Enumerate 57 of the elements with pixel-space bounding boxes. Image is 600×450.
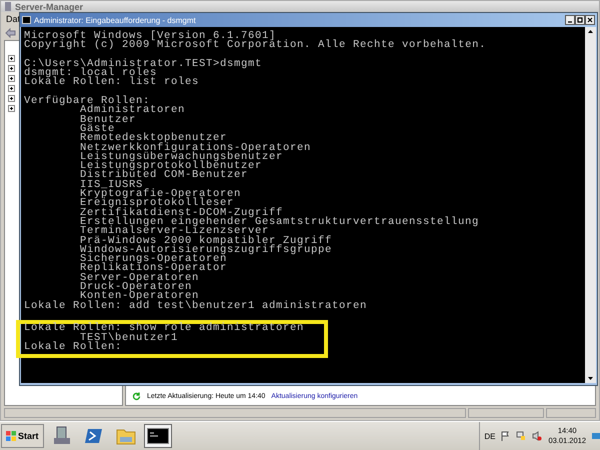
flag-icon[interactable] (501, 431, 510, 441)
console-line: Replikations-Operator (79, 264, 228, 274)
maximize-button[interactable] (575, 15, 585, 25)
windows-logo-icon (6, 431, 16, 441)
status-bar (546, 408, 596, 418)
network-icon[interactable] (516, 431, 526, 441)
maximize-icon (577, 17, 583, 23)
console-line: Server-Operatoren (79, 274, 200, 284)
console-line: Sicherungs-Operatoren (79, 255, 228, 264)
close-icon (587, 17, 593, 23)
console-icon (22, 16, 31, 24)
console-line: Remotedesktopbenutzer (79, 134, 228, 144)
console-line: Konten-Operatoren (80, 292, 200, 302)
powershell-icon (84, 427, 103, 445)
expand-icon[interactable] (8, 55, 15, 62)
taskbar-button[interactable] (144, 424, 172, 448)
console-line: Copyright (c) 2009 Microsoft Corporation. Alle Rechte vorbehalten. (24, 41, 488, 51)
console-line: IIS_IUSRS (79, 180, 144, 190)
menu-item[interactable]: Dat (6, 14, 20, 24)
console-line: Zertifikatdienst-DCOM-Zugriff (79, 208, 284, 218)
console-line: Leistungsprotokollbenutzer (79, 162, 262, 172)
expand-icon[interactable] (8, 105, 15, 112)
console-icon (146, 428, 169, 444)
console-line: Benutzer (79, 116, 138, 125)
console-line: Netzwerkkonfigurations-Operatoren (79, 144, 312, 153)
console-line: Leistungsüberwachungsbenutzer (79, 152, 284, 162)
console-line: Distributed COM-Benutzer (79, 171, 248, 181)
console-line: Gäste (79, 124, 116, 134)
console-line: Lokale Rollen: (24, 342, 122, 352)
console-line: Druck-Operatoren (79, 283, 192, 292)
start-button[interactable]: Start (1, 424, 44, 448)
console-line: Ereignisprotokollleser (79, 199, 234, 209)
expand-icon[interactable] (8, 65, 15, 72)
console-line: Lokale Rollen: list roles (24, 78, 200, 88)
window-title: Administrator: Eingabeaufforderung - dsmgmt (34, 16, 196, 24)
minimize-button[interactable] (565, 15, 575, 25)
console-line: Administratoren (80, 106, 186, 116)
console-line: Lokale Rollen: show role administratoren (24, 324, 306, 334)
server-icon (4, 2, 12, 11)
scrollbar[interactable] (585, 27, 596, 383)
server-icon (52, 426, 71, 446)
expand-icon[interactable] (8, 95, 15, 102)
console-line: C:\Users\Administrator.TEST>dsmgmt (24, 60, 264, 70)
console-line: Kryptografie-Operatoren (79, 190, 242, 200)
expand-icon[interactable] (8, 85, 15, 92)
language-indicator[interactable]: DE (484, 432, 496, 440)
console-line: Lokale Rollen: add test\benutzer1 administratoren (24, 302, 368, 311)
close-button[interactable] (585, 15, 595, 25)
back-arrow-icon[interactable] (5, 28, 16, 38)
expand-icon[interactable] (8, 75, 15, 82)
folder-icon (116, 427, 136, 445)
show-desktop-icon[interactable] (592, 431, 600, 441)
console-line: Erstellungen eingehender Gesamtstrukturvertrauensstellung (79, 218, 480, 228)
console-line: Windows-Autorisierungszugriffsgruppe (79, 246, 334, 256)
speaker-icon[interactable] (532, 431, 542, 441)
window-title: Server-Manager (15, 2, 84, 12)
refresh-icon (132, 392, 141, 401)
